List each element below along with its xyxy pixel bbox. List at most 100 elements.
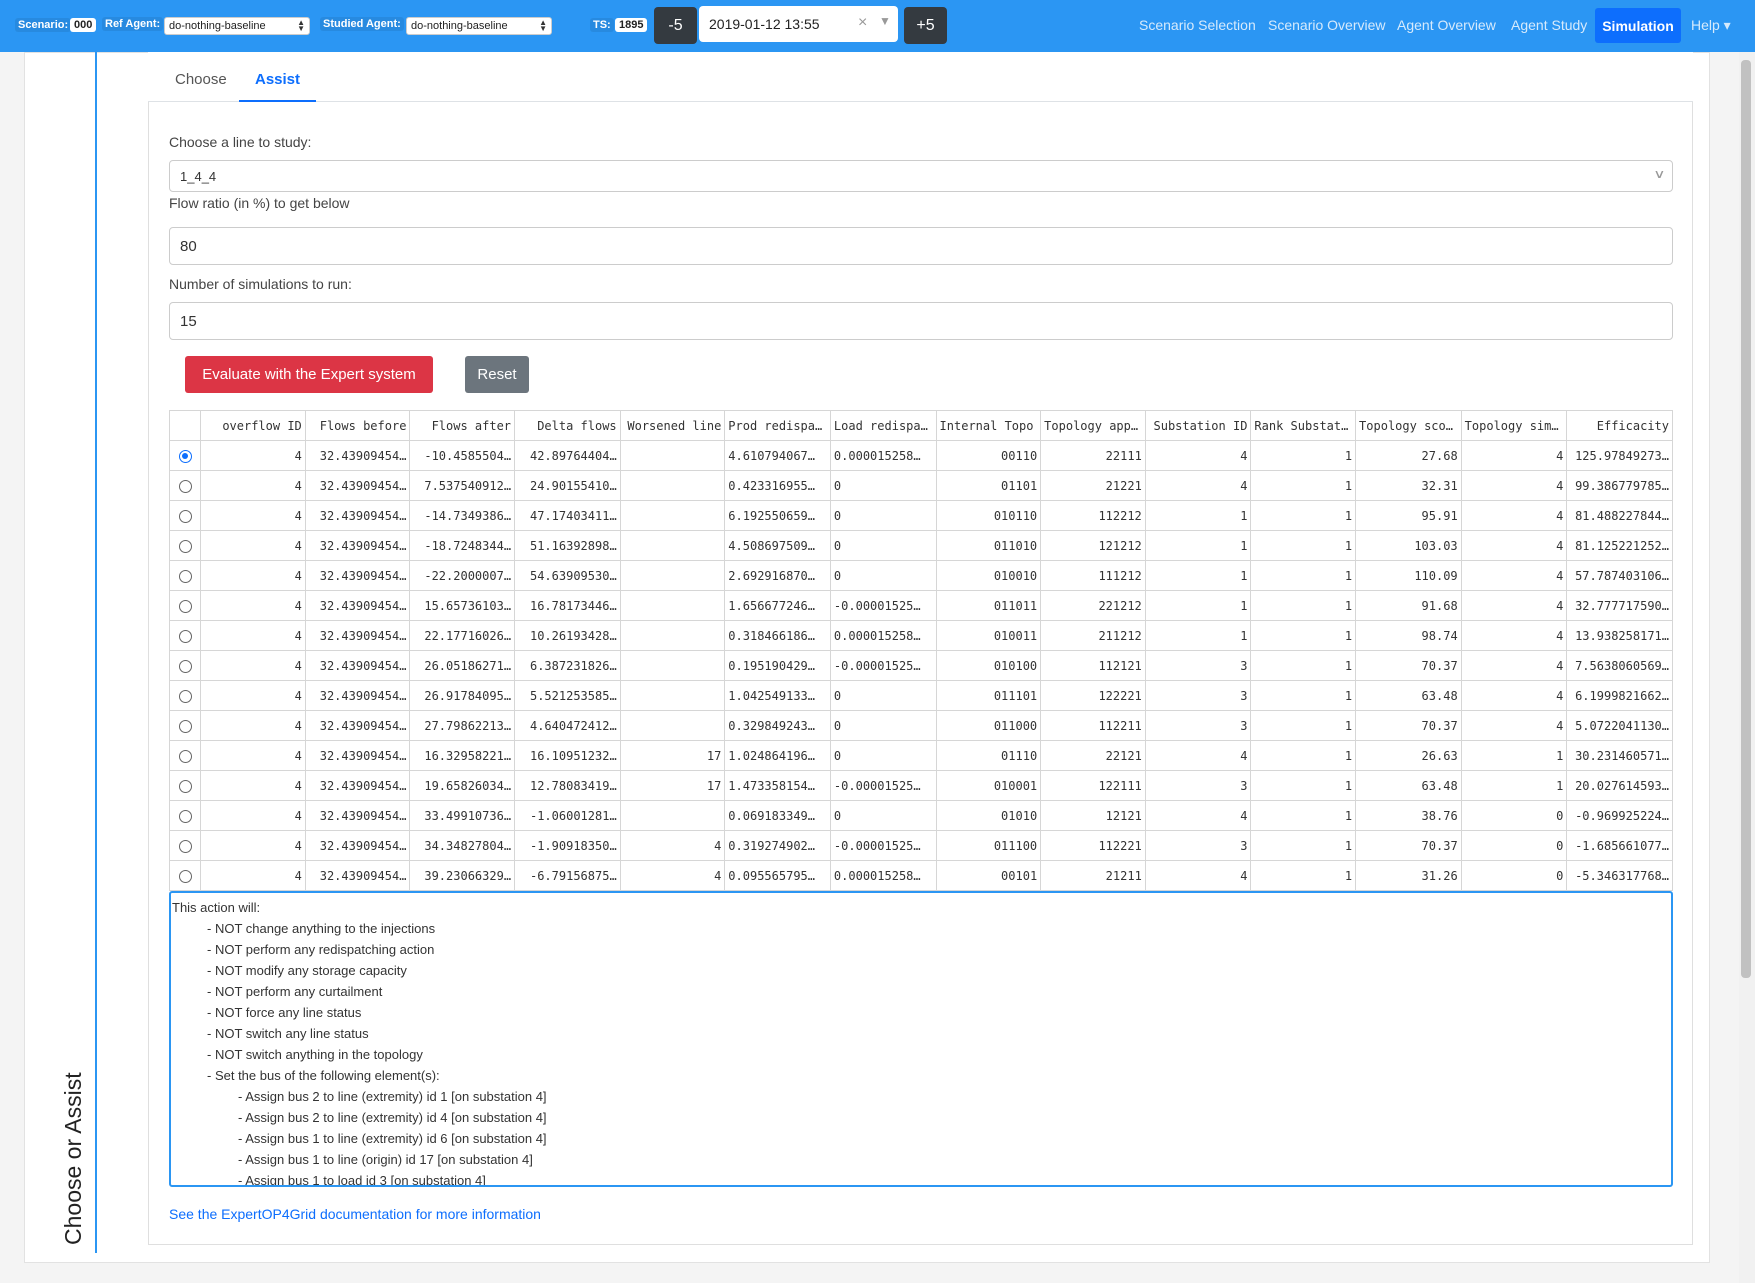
table-cell bbox=[619, 530, 726, 561]
ts-badge: 1895 bbox=[615, 18, 648, 32]
plus-five-button[interactable]: +5 bbox=[904, 7, 947, 44]
row-select-cell bbox=[168, 470, 202, 501]
scenario-badge[interactable]: 000 bbox=[70, 18, 97, 32]
table-row[interactable]: 4 32.43909454… -14.7349386… 47.17403411… 6.1… bbox=[168, 500, 1673, 531]
column-header[interactable]: Flows after bbox=[409, 410, 516, 441]
row-select-radio[interactable] bbox=[178, 629, 192, 643]
row-select-radio[interactable] bbox=[178, 509, 192, 523]
row-select-radio[interactable] bbox=[178, 749, 192, 763]
action-sub-item: - Assign bus 1 to line (origin) id 17 [o… bbox=[238, 1152, 533, 1167]
table-cell: 4 bbox=[1460, 680, 1568, 711]
table-cell: 221212 bbox=[1040, 590, 1146, 621]
table-row[interactable]: 4 32.43909454… -22.2000007… 54.63909530… 2.6… bbox=[168, 560, 1673, 591]
caret-down-icon[interactable]: ▼ bbox=[879, 14, 891, 28]
column-header[interactable]: Load redispatch bbox=[829, 410, 937, 441]
table-cell: 81.125221252… bbox=[1566, 530, 1673, 561]
row-select-radio[interactable] bbox=[178, 779, 192, 793]
row-select-radio[interactable] bbox=[178, 839, 192, 853]
scrollbar-thumb[interactable] bbox=[1741, 60, 1751, 978]
table-row[interactable]: 4 32.43909454… 22.17716026… 10.26193428… 0.3… bbox=[168, 620, 1673, 651]
flow-ratio-label: Flow ratio (in %) to get below bbox=[169, 195, 350, 211]
column-header[interactable]: Delta flows bbox=[514, 410, 621, 441]
table-row[interactable]: 4 32.43909454… 27.79862213… 4.640472412… 0.3… bbox=[168, 710, 1673, 741]
table-cell: 7.537540912… bbox=[409, 470, 516, 501]
table-row[interactable]: 4 32.43909454… 34.34827804… -1.90918350… 4 0.… bbox=[168, 830, 1673, 861]
evaluate-expert-button[interactable]: Evaluate with the Expert system bbox=[185, 356, 433, 393]
row-select-radio[interactable] bbox=[178, 689, 192, 703]
row-select-radio[interactable] bbox=[178, 569, 192, 583]
table-cell: 011100 bbox=[935, 830, 1042, 861]
column-header[interactable]: Flows before bbox=[304, 410, 411, 441]
minus-five-button[interactable]: -5 bbox=[654, 7, 697, 44]
table-cell: 32.43909454… bbox=[304, 590, 411, 621]
column-header[interactable]: Topology score bbox=[1355, 410, 1462, 441]
row-select-radio[interactable] bbox=[178, 449, 192, 463]
column-header[interactable]: Rank Substation bbox=[1250, 410, 1357, 441]
num-simulations-input[interactable]: 15 bbox=[169, 302, 1673, 340]
table-cell: 32.31 bbox=[1355, 470, 1462, 501]
nav-help[interactable]: Help ▾ bbox=[1691, 17, 1731, 34]
row-select-radio[interactable] bbox=[178, 539, 192, 553]
tab-assist[interactable]: Assist bbox=[255, 71, 300, 88]
column-header[interactable]: Substation ID bbox=[1144, 410, 1252, 441]
documentation-link[interactable]: See the ExpertOP4Grid documentation for … bbox=[169, 1206, 541, 1222]
row-select-radio[interactable] bbox=[178, 869, 192, 883]
column-header[interactable]: overflow ID bbox=[200, 410, 306, 441]
row-select-radio[interactable] bbox=[178, 479, 192, 493]
column-header[interactable]: Topology applied bbox=[1040, 410, 1146, 441]
row-select-cell bbox=[168, 680, 202, 711]
flow-ratio-input[interactable]: 80 bbox=[169, 227, 1673, 265]
nav-simulation[interactable]: Simulation bbox=[1595, 8, 1681, 43]
table-row[interactable]: 4 32.43909454… -10.4585504… 42.89764404… 4.6… bbox=[168, 440, 1673, 471]
table-cell: 32.43909454… bbox=[304, 860, 411, 891]
table-cell: 32.43909454… bbox=[304, 440, 411, 471]
table-cell: 4.508697509… bbox=[724, 530, 831, 561]
row-select-radio[interactable] bbox=[178, 599, 192, 613]
row-select-cell bbox=[168, 650, 202, 681]
table-row[interactable]: 4 32.43909454… 39.23066329… -6.79156875… 4 0.… bbox=[168, 860, 1673, 891]
table-row[interactable]: 4 32.43909454… 26.91784095… 5.521253585… 1.0… bbox=[168, 680, 1673, 711]
table-row[interactable]: 4 32.43909454… 33.49910736… -1.06001281… 0.0… bbox=[168, 800, 1673, 831]
table-cell: 4 bbox=[200, 860, 306, 891]
row-select-cell bbox=[168, 590, 202, 621]
row-select-radio[interactable] bbox=[178, 659, 192, 673]
table-cell: 1 bbox=[1250, 800, 1357, 831]
active-tab-indicator bbox=[239, 100, 316, 102]
row-select-radio[interactable] bbox=[178, 809, 192, 823]
table-row[interactable]: 4 32.43909454… 26.05186271… 6.387231826… 0.1… bbox=[168, 650, 1673, 681]
nav-agent-study[interactable]: Agent Study bbox=[1511, 17, 1587, 33]
column-header[interactable]: Worsened line bbox=[619, 410, 726, 441]
table-row[interactable]: 4 32.43909454… 7.537540912… 24.90155410… 0.4… bbox=[168, 470, 1673, 501]
table-row[interactable]: 4 32.43909454… 19.65826034… 12.78083419… 17 1… bbox=[168, 770, 1673, 801]
table-cell bbox=[619, 470, 726, 501]
column-header[interactable]: Efficacity bbox=[1566, 410, 1673, 441]
datetime-select[interactable]: 2019-01-12 13:55 × ▼ bbox=[699, 6, 898, 42]
studied-agent-select[interactable]: do-nothing-baseline ▲ ▼ bbox=[406, 17, 552, 35]
table-row[interactable]: 4 32.43909454… 16.32958221… 16.10951232… 17 1… bbox=[168, 740, 1673, 771]
nav-agent-overview[interactable]: Agent Overview bbox=[1397, 17, 1496, 33]
tab-choose[interactable]: Choose bbox=[175, 71, 227, 88]
table-cell: 32.777717590… bbox=[1566, 590, 1673, 621]
table-row[interactable]: 4 32.43909454… -18.7248344… 51.16392898… 4.5… bbox=[168, 530, 1673, 561]
table-cell: 22.17716026… bbox=[409, 620, 516, 651]
table-cell: 112211 bbox=[1040, 710, 1146, 741]
table-cell: 111212 bbox=[1040, 560, 1146, 591]
table-row[interactable]: 4 32.43909454… 15.65736103… 16.78173446… 1.6… bbox=[168, 590, 1673, 621]
column-header[interactable]: Prod redispatch bbox=[724, 410, 831, 441]
reset-button[interactable]: Reset bbox=[465, 356, 529, 393]
column-header[interactable]: Topology simulated bbox=[1460, 410, 1568, 441]
table-cell: 1 bbox=[1250, 560, 1357, 591]
clear-icon[interactable]: × bbox=[858, 14, 867, 32]
nav-scenario-overview[interactable]: Scenario Overview bbox=[1268, 17, 1386, 33]
line-select[interactable]: 1_4_4 ∨ bbox=[169, 160, 1673, 192]
row-select-radio[interactable] bbox=[178, 719, 192, 733]
table-cell: 1 bbox=[1250, 500, 1357, 531]
nav-scenario-selection[interactable]: Scenario Selection bbox=[1139, 17, 1256, 33]
table-cell: 1 bbox=[1250, 620, 1357, 651]
table-cell: 95.91 bbox=[1355, 500, 1462, 531]
ref-agent-select[interactable]: do-nothing-baseline ▲ ▼ bbox=[164, 17, 310, 35]
table-cell: 125.97849273… bbox=[1566, 440, 1673, 471]
action-description[interactable]: This action will: - NOT change anything … bbox=[169, 891, 1673, 1187]
table-cell: 6.1999821662… bbox=[1566, 680, 1673, 711]
column-header[interactable]: Internal Topo bbox=[935, 410, 1042, 441]
